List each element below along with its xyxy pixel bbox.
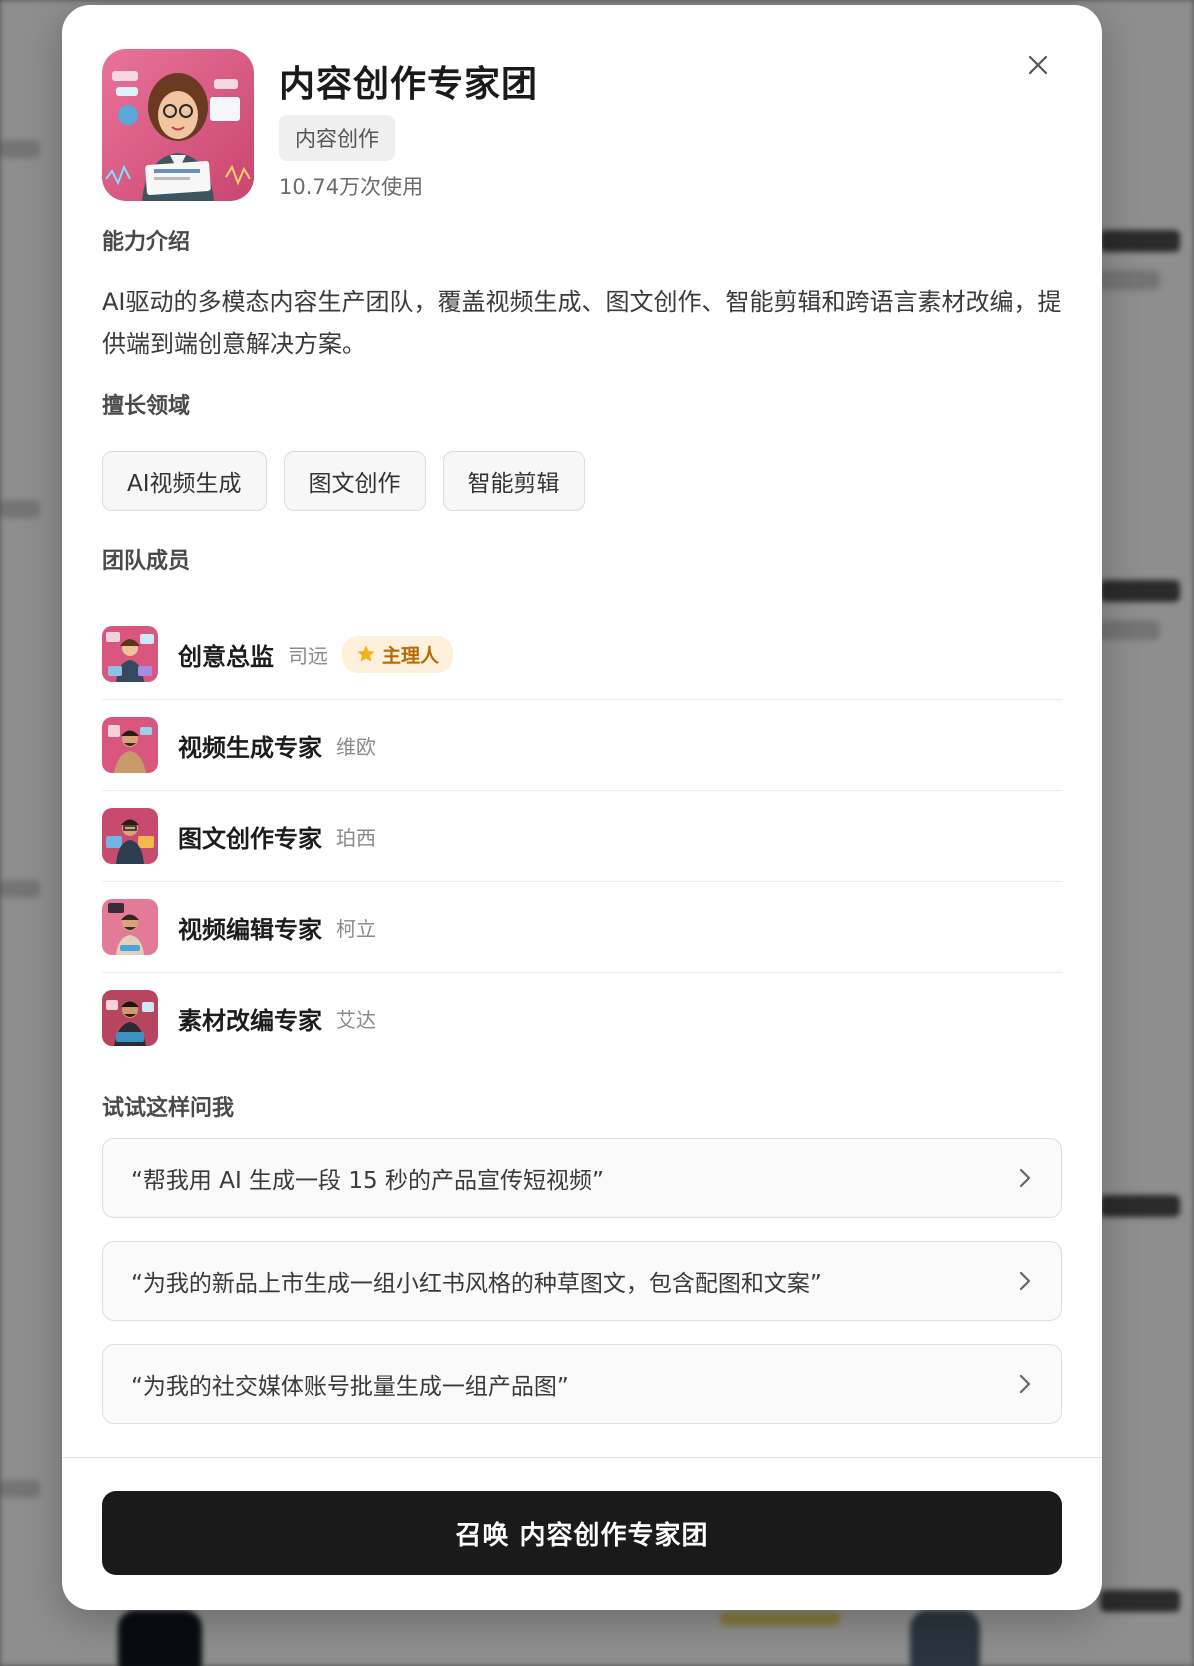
- team-header: 内容创作专家团 内容创作 10.74万次使用: [102, 49, 538, 201]
- video-generation-avatar: [102, 717, 158, 773]
- member-list: 创意总监 司远 主理人 视频生成专家 维欧 图文创作专家 珀西 视频编辑专家 柯…: [102, 609, 1062, 1063]
- close-icon: [1028, 55, 1048, 75]
- domains-label: 擅长领域: [102, 394, 191, 419]
- material-adaptation-avatar: [102, 990, 158, 1046]
- member-name: 艾达: [336, 1007, 376, 1032]
- prompt-suggestion[interactable]: “帮我用 AI 生成一段 15 秒的产品宣传短视频”: [102, 1138, 1062, 1218]
- prompt-text: “帮我用 AI 生成一段 15 秒的产品宣传短视频”: [131, 1168, 604, 1194]
- member-row: 视频生成专家 维欧: [102, 700, 1062, 791]
- prompts-label: 试试这样问我: [102, 1096, 235, 1121]
- member-role: 视频编辑专家: [178, 915, 322, 944]
- domain-tags: AI视频生成 图文创作 智能剪辑: [102, 451, 585, 511]
- member-row: 视频编辑专家 柯立: [102, 882, 1062, 973]
- prompt-text: “为我的新品上市生成一组小红书风格的种草图文，包含配图和文案”: [131, 1271, 822, 1297]
- intro-text: AI驱动的多模态内容生产团队，覆盖视频生成、图文创作、智能剪辑和跨语言素材改编，…: [102, 288, 1062, 358]
- member-row: 创意总监 司远 主理人: [102, 609, 1062, 700]
- prompt-text: “为我的社交媒体账号批量生成一组产品图”: [131, 1374, 569, 1400]
- member-role: 视频生成专家: [178, 733, 322, 762]
- team-detail-modal: 内容创作专家团 内容创作 10.74万次使用 能力介绍 AI驱动的多模态内容生产…: [62, 5, 1102, 1610]
- lead-badge: 主理人: [342, 635, 454, 673]
- member-role: 素材改编专家: [178, 1006, 322, 1035]
- chevron-right-icon: [1019, 1271, 1031, 1291]
- member-role: 图文创作专家: [178, 824, 322, 853]
- close-button[interactable]: [1018, 45, 1058, 85]
- summon-team-button[interactable]: 召唤 内容创作专家团: [102, 1491, 1062, 1575]
- image-text-avatar: [102, 808, 158, 864]
- intro-label: 能力介绍: [102, 230, 191, 255]
- team-title: 内容创作专家团: [279, 64, 539, 105]
- member-row: 素材改编专家 艾达: [102, 973, 1062, 1063]
- lead-badge-label: 主理人: [382, 644, 440, 667]
- creative-director-avatar: [102, 626, 158, 682]
- chevron-right-icon: [1019, 1374, 1031, 1394]
- domain-chip-smart-editing: 智能剪辑: [442, 451, 585, 511]
- member-name: 珀西: [336, 825, 376, 850]
- prompt-suggestion[interactable]: “为我的社交媒体账号批量生成一组产品图”: [102, 1344, 1062, 1424]
- member-row: 图文创作专家 珀西: [102, 791, 1062, 882]
- member-name: 司远: [288, 643, 328, 668]
- members-label: 团队成员: [102, 549, 191, 574]
- member-name: 维欧: [336, 734, 376, 759]
- prompt-suggestion[interactable]: “为我的新品上市生成一组小红书风格的种草图文，包含配图和文案”: [102, 1241, 1062, 1321]
- domain-chip-ai-video: AI视频生成: [102, 451, 267, 511]
- footer-divider: [62, 1457, 1102, 1458]
- video-editing-avatar: [102, 899, 158, 955]
- domain-chip-image-text: 图文创作: [283, 451, 426, 511]
- member-role: 创意总监: [178, 642, 274, 671]
- chevron-right-icon: [1019, 1168, 1031, 1188]
- team-avatar: [102, 49, 254, 201]
- member-name: 柯立: [336, 916, 376, 941]
- category-tag: 内容创作: [279, 115, 395, 161]
- usage-count: 10.74万次使用: [279, 175, 424, 199]
- prompt-suggestions: “帮我用 AI 生成一段 15 秒的产品宣传短视频” “为我的新品上市生成一组小…: [102, 1138, 1062, 1447]
- star-icon: [357, 645, 375, 662]
